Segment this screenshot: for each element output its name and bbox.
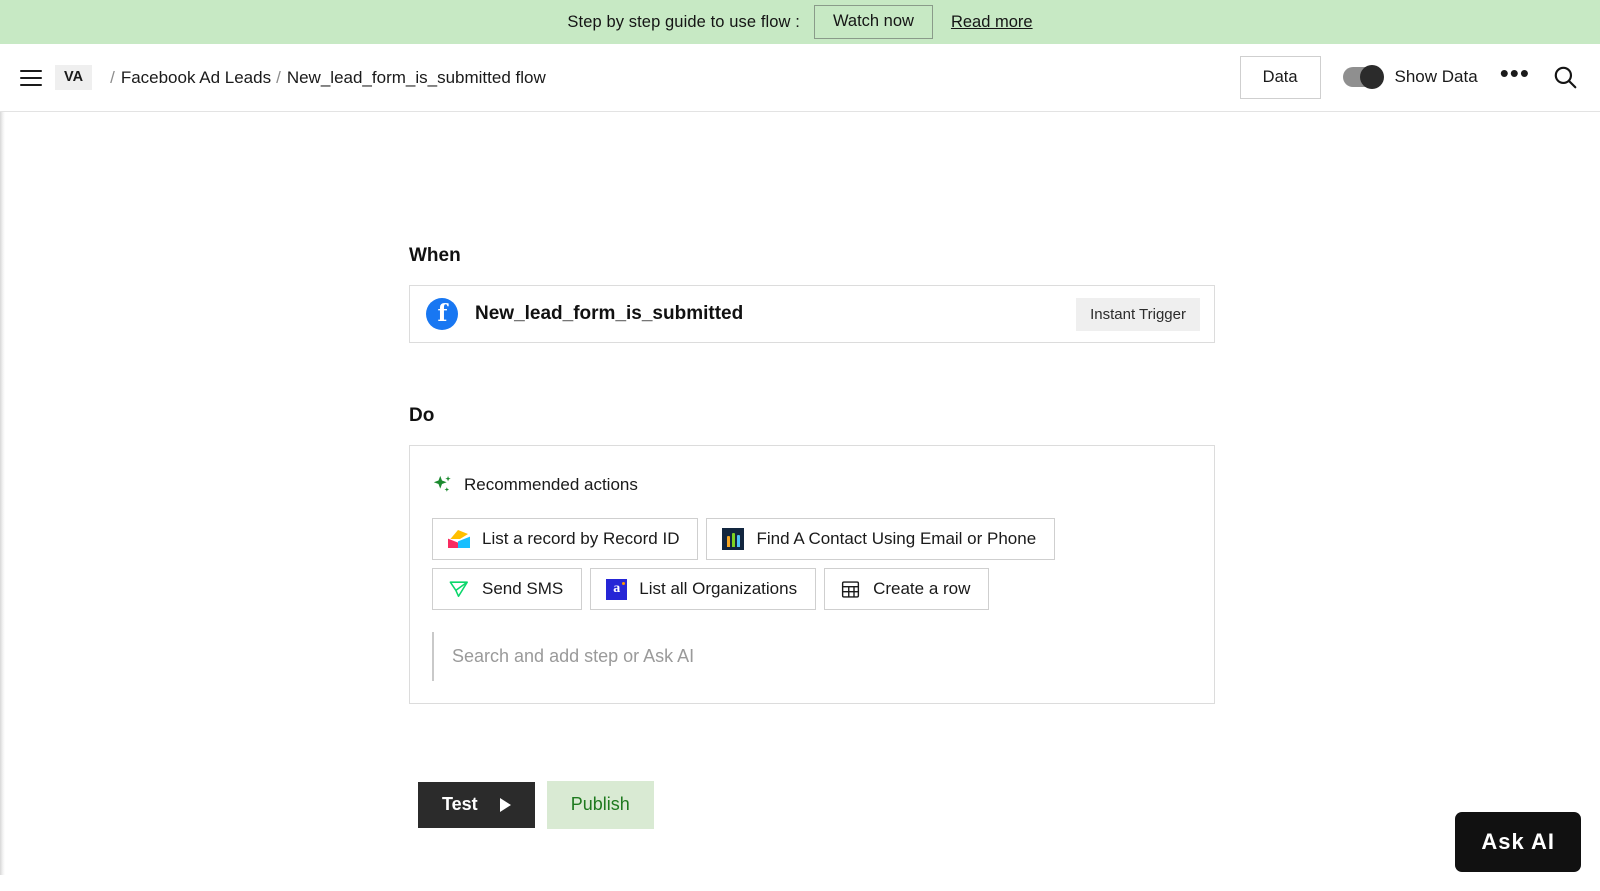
action-chip-send-sms[interactable]: Send SMS: [432, 568, 583, 610]
send-sms-icon: [448, 579, 470, 599]
do-card: Recommended actions List a record by Rec…: [409, 445, 1215, 704]
airtable-icon: [448, 530, 470, 548]
breadcrumb-item-flow[interactable]: New_lead_form_is_submitted flow: [287, 68, 546, 88]
test-button-label: Test: [442, 794, 478, 814]
promo-banner: Step by step guide to use flow : Watch n…: [0, 0, 1600, 44]
recommended-actions-header: Recommended actions: [410, 474, 1214, 496]
action-chip-label: Send SMS: [482, 579, 564, 598]
recommended-actions-list: List a record by Record ID Find A Contac…: [410, 518, 1214, 610]
search-icon[interactable]: [1552, 64, 1578, 90]
hamburger-icon[interactable]: [20, 69, 42, 86]
flow-column: When New_lead_form_is_submitted Instant …: [409, 245, 1215, 704]
action-chip-label: List all Organizations: [639, 579, 798, 598]
trigger-card[interactable]: New_lead_form_is_submitted Instant Trigg…: [409, 285, 1215, 343]
action-chip-label: Create a row: [873, 579, 971, 598]
add-step-search-row[interactable]: Search and add step or Ask AI: [432, 632, 1192, 681]
read-more-link[interactable]: Read more: [951, 13, 1033, 32]
toggle-track[interactable]: [1342, 65, 1384, 90]
breadcrumb-item-folder[interactable]: Facebook Ad Leads: [121, 68, 271, 88]
action-chip-list-organizations[interactable]: a List all Organizations: [590, 568, 817, 610]
ellipsis-icon[interactable]: •••: [1500, 60, 1530, 87]
toggle-knob: [1359, 65, 1384, 90]
workspace-badge[interactable]: VA: [55, 65, 93, 90]
action-chip-label: List a record by Record ID: [482, 529, 680, 548]
chip-row-1: List a record by Record ID Find A Contac…: [432, 518, 1192, 560]
flow-actions: Test Publish: [418, 781, 654, 829]
facebook-icon: [426, 298, 458, 330]
action-chip-list-record[interactable]: List a record by Record ID: [432, 518, 699, 560]
chip-row-2: Send SMS a List all Organizations Create…: [432, 568, 1192, 610]
status-badge: Instant Trigger: [1076, 297, 1200, 331]
sparkle-icon: [432, 474, 454, 496]
recommended-actions-label: Recommended actions: [464, 475, 638, 494]
add-step-search-input[interactable]: Search and add step or Ask AI: [452, 646, 694, 666]
when-section: When New_lead_form_is_submitted Instant …: [409, 245, 1215, 343]
watch-now-button[interactable]: Watch now: [813, 5, 933, 39]
header-left-group: VA / Facebook Ad Leads / New_lead_form_i…: [20, 65, 546, 90]
play-icon: [499, 797, 511, 812]
show-data-label: Show Data: [1394, 67, 1478, 87]
ask-ai-button[interactable]: Ask AI: [1455, 812, 1581, 872]
accelo-icon: a: [606, 578, 628, 600]
table-row-icon: [840, 579, 861, 600]
breadcrumb-separator-2: /: [276, 67, 281, 87]
action-chip-find-contact[interactable]: Find A Contact Using Email or Phone: [706, 518, 1056, 560]
keap-icon: [722, 528, 745, 550]
action-chip-label: Find A Contact Using Email or Phone: [756, 529, 1037, 548]
header-right-group: Data Show Data •••: [1239, 56, 1578, 99]
app-header: VA / Facebook Ad Leads / New_lead_form_i…: [0, 44, 1600, 112]
breadcrumb-separator-1: /: [110, 67, 115, 87]
data-button[interactable]: Data: [1239, 56, 1321, 99]
show-data-toggle[interactable]: Show Data: [1342, 65, 1478, 90]
test-button[interactable]: Test: [418, 782, 535, 828]
sidebar-edge: [0, 112, 5, 875]
do-section: Do Recommended actions List a record by …: [409, 405, 1215, 704]
do-title: Do: [409, 405, 435, 426]
trigger-name: New_lead_form_is_submitted: [475, 303, 744, 324]
action-chip-create-row[interactable]: Create a row: [824, 568, 990, 610]
flow-builder-app: Step by step guide to use flow : Watch n…: [0, 0, 1600, 891]
when-title: When: [409, 245, 461, 266]
promo-text: Step by step guide to use flow :: [567, 12, 800, 31]
publish-button[interactable]: Publish: [546, 781, 654, 829]
breadcrumb: / Facebook Ad Leads / New_lead_form_is_s…: [105, 68, 546, 88]
flow-canvas: When New_lead_form_is_submitted Instant …: [0, 112, 1600, 891]
